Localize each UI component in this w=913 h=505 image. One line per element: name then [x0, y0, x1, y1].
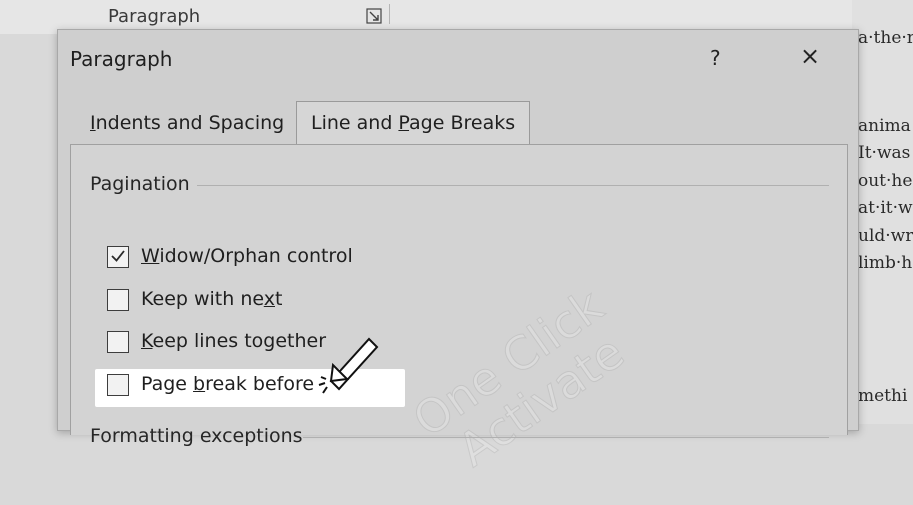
document-text-line: limb·h	[858, 253, 913, 273]
section-divider	[197, 185, 829, 186]
pointer-arrow-icon	[318, 337, 379, 394]
close-button[interactable]: ×	[800, 42, 820, 70]
document-text-line: anima	[858, 116, 911, 136]
paragraph-dialog: Paragraph ? × Indents and Spacing Line a…	[57, 29, 859, 478]
option-label: Widow/Orphan control	[141, 245, 353, 267]
tab-line-and-page-breaks[interactable]: Line and Page Breaks	[296, 101, 531, 145]
watermark-logo: One Click Activate	[403, 278, 634, 478]
keep-with-next-checkbox[interactable]	[107, 289, 129, 311]
ribbon-separator	[389, 4, 390, 24]
option-label: Keep with next	[141, 288, 283, 310]
option-label: Page break before	[141, 373, 315, 395]
dialog-title: Paragraph	[70, 47, 173, 71]
tab-panel: Pagination One Click Activate Widow/Orph…	[70, 144, 848, 478]
widow-orphan-checkbox[interactable]	[107, 246, 129, 268]
watermark-line2: Activate	[448, 325, 633, 477]
document-text-line: a·the·r	[858, 28, 913, 48]
checkmark-icon	[111, 250, 125, 262]
document-text-line: methi	[858, 386, 908, 406]
document-text-line: out·he	[858, 171, 913, 191]
section-divider	[303, 437, 829, 438]
tab-label-part: age Breaks	[409, 112, 516, 134]
document-text-line: It·was	[858, 143, 911, 163]
ribbon-group-label: Paragraph	[108, 6, 201, 27]
document-text-line: uld·wr	[858, 226, 913, 246]
formatting-exceptions-heading: Formatting exceptions	[90, 425, 303, 447]
tab-label-accelerator: P	[398, 112, 410, 134]
keep-lines-together-checkbox[interactable]	[107, 331, 129, 353]
tab-label-part: Line and	[311, 112, 399, 134]
help-button[interactable]: ?	[710, 46, 721, 70]
dialog-launcher-icon[interactable]	[366, 8, 382, 24]
tab-label-part: ndents and Spacing	[95, 112, 285, 134]
dialog-title-bar[interactable]: Paragraph ? ×	[58, 30, 858, 88]
watermark-line1: One Click	[403, 278, 613, 447]
pagination-heading: Pagination	[90, 173, 190, 195]
option-label: Keep lines together	[141, 330, 327, 352]
tab-indents-and-spacing[interactable]: Indents and Spacing	[76, 102, 298, 144]
document-text-line: at·it·w	[858, 198, 913, 218]
page-break-before-checkbox[interactable]	[107, 374, 129, 396]
